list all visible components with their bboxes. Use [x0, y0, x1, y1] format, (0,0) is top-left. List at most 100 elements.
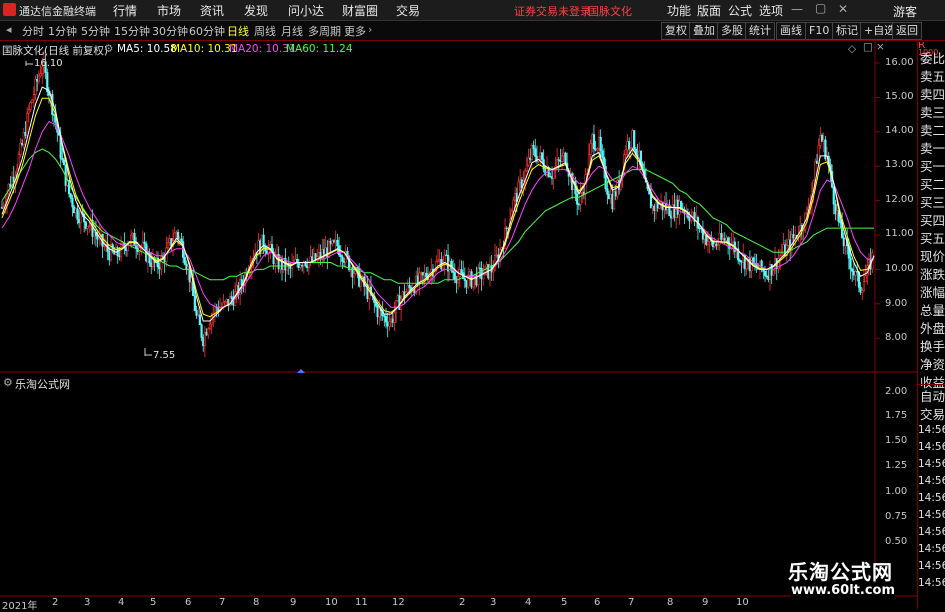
candle-body	[852, 271, 855, 276]
candle-body	[421, 272, 425, 276]
rp-label: 涨跌	[920, 267, 945, 282]
candle-body	[73, 206, 76, 214]
candle-body	[859, 286, 862, 293]
candle-body	[103, 245, 106, 248]
candle-body	[93, 232, 96, 237]
candle-body	[495, 254, 498, 257]
rp-label: 外盘	[920, 321, 945, 336]
candle-body	[200, 324, 203, 338]
candle-body	[482, 274, 485, 280]
kline-chart[interactable]	[0, 0, 945, 609]
candle-body	[763, 270, 767, 277]
candle-body	[19, 142, 22, 155]
candle-body	[384, 316, 388, 323]
candle-body	[376, 305, 379, 318]
candle-body	[175, 231, 178, 234]
candle-body	[208, 323, 212, 330]
candle-body	[557, 159, 560, 161]
candle-body	[564, 152, 567, 164]
candle-body	[626, 141, 629, 151]
candle-body	[324, 247, 327, 255]
candle-body	[576, 193, 579, 205]
candle-body	[118, 255, 121, 258]
rp-label: 自动	[920, 389, 945, 404]
candle-body	[864, 275, 867, 283]
candle-body	[21, 142, 24, 146]
candle-body	[96, 235, 99, 240]
candle-body	[525, 164, 528, 172]
ma20-line	[1, 120, 874, 308]
candle-body	[485, 264, 488, 268]
candle-body	[631, 130, 634, 148]
candle-body	[299, 264, 302, 269]
candle-body	[527, 157, 530, 166]
candle-body	[468, 271, 471, 276]
tick-time: 14:56	[918, 441, 945, 453]
candle-body	[478, 267, 482, 270]
candle-body	[27, 109, 30, 114]
candle-body	[725, 237, 728, 241]
candle-body	[854, 271, 857, 276]
candle-body	[353, 273, 356, 278]
candle-body	[135, 245, 138, 249]
candle-body	[606, 188, 609, 195]
candle-body	[465, 280, 468, 288]
y-tick: 16.00	[885, 57, 914, 68]
candle-body	[26, 112, 29, 136]
candle-body	[29, 102, 32, 110]
candle-body	[124, 247, 128, 252]
candle-body	[592, 134, 596, 150]
sub-y-tick: 2.00	[885, 386, 908, 397]
candle-body	[22, 131, 25, 146]
x-tick: 5	[561, 597, 568, 608]
x-tick: 10	[325, 597, 338, 608]
candle-body	[425, 272, 428, 278]
candle-body	[235, 285, 238, 293]
candle-body	[197, 314, 200, 317]
marker-arrow-icon	[297, 369, 305, 373]
candle-body	[322, 249, 326, 255]
candle-body	[601, 150, 604, 158]
x-tick: 7	[219, 597, 226, 608]
candle-body	[131, 232, 134, 236]
candle-body	[599, 136, 602, 152]
candle-body	[819, 134, 822, 147]
subpanel-gear-icon[interactable]: ⚙	[3, 376, 13, 389]
candle-body	[589, 143, 592, 155]
candle-body	[76, 208, 79, 220]
candle-body	[780, 253, 783, 257]
candle-body	[723, 238, 726, 241]
y-tick: 8.00	[885, 332, 908, 343]
x-tick: 11	[355, 597, 368, 608]
rp-label: 委比	[920, 51, 945, 66]
candle-body	[193, 295, 196, 311]
candle-body	[240, 279, 243, 285]
candle-body	[150, 262, 153, 267]
candle-body	[768, 264, 772, 280]
candle-body	[815, 160, 819, 164]
sub-y-tick: 1.50	[885, 435, 908, 446]
candle-body	[332, 240, 336, 243]
candle-body	[176, 231, 180, 240]
candle-body	[88, 225, 91, 227]
candle-body	[688, 217, 691, 222]
candle-body	[715, 243, 718, 247]
sub-y-tick: 0.50	[885, 536, 908, 547]
rp-label: 买一	[920, 159, 945, 174]
candle-body	[514, 193, 517, 201]
candle-body	[732, 241, 735, 245]
ma5-line	[1, 86, 875, 322]
candle-body	[591, 134, 594, 145]
candle-body	[331, 240, 334, 245]
candle-body	[126, 245, 129, 252]
quote-side-panel: R 1000 委比 卖五 卖四 卖三 卖二 卖一 买一 买二 买三 买四 买五 …	[917, 42, 945, 609]
candle-body	[423, 272, 426, 276]
candle-body	[532, 145, 535, 150]
candle-body	[436, 259, 440, 262]
candle-body	[629, 147, 632, 150]
candle-body	[832, 186, 835, 205]
candle-body	[301, 264, 304, 267]
candle-body	[178, 238, 181, 241]
candle-body	[552, 169, 555, 179]
candle-body	[71, 197, 74, 208]
